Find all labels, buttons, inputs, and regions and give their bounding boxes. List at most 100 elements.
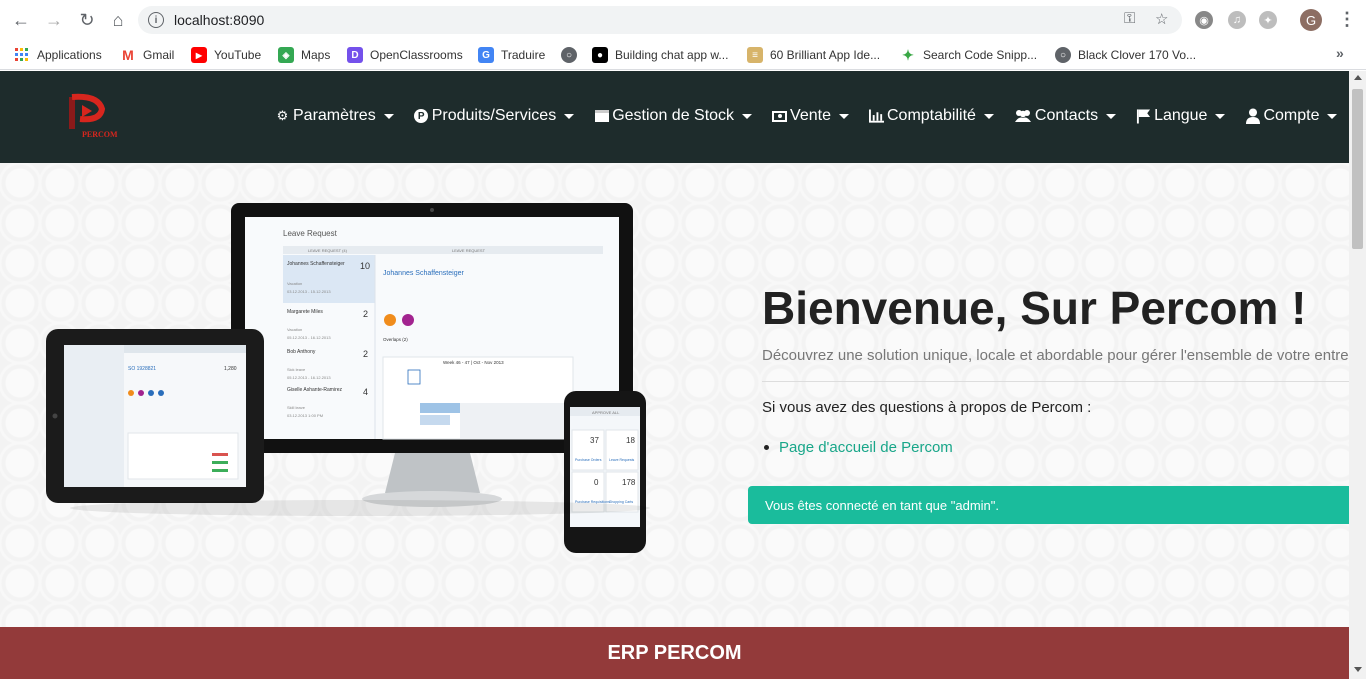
- chevron-down-icon: [383, 113, 394, 119]
- chevron-down-icon: [983, 113, 994, 119]
- translate-icon: G: [478, 47, 494, 63]
- menu-compte[interactable]: Compte: [1245, 107, 1338, 125]
- monitor-selected-name: Johannes Schaffensteiger: [383, 270, 464, 277]
- back-icon[interactable]: ←: [10, 9, 32, 31]
- monitor-week-label: Week 46 - 47 | Oct - Nov 2013: [443, 360, 504, 365]
- bookmark-search-code-snippets[interactable]: ✦ Search Code Snipp...: [900, 45, 1037, 65]
- info-icon[interactable]: i: [148, 12, 164, 28]
- footer-title: ERP PERCOM: [607, 641, 742, 664]
- bookmark-gmail[interactable]: M Gmail: [120, 45, 174, 65]
- scroll-down-icon[interactable]: [1354, 667, 1362, 672]
- bookmark-label: Building chat app w...: [615, 48, 729, 62]
- maps-icon: ◈: [278, 47, 294, 63]
- menu-kebab-icon[interactable]: ⋮: [1338, 9, 1356, 30]
- star-icon[interactable]: ☆: [1155, 10, 1168, 28]
- bookmark-label: Search Code Snipp...: [923, 48, 1038, 62]
- hero-question: Si vous avez des questions à propos de P…: [762, 399, 1092, 416]
- menu-label: Comptabilité: [886, 107, 976, 124]
- bookmark-maps[interactable]: ◈ Maps: [278, 45, 330, 65]
- product-icon: P: [414, 109, 429, 124]
- bookmarks-overflow-icon[interactable]: »: [1336, 45, 1344, 61]
- menu-produits-services[interactable]: P Produits/Services: [414, 107, 575, 125]
- page-viewport: PERCOM ⚙ Paramètres P Produits/Services …: [0, 71, 1349, 679]
- money-icon: [772, 109, 788, 124]
- globe-icon: ○: [561, 47, 577, 63]
- bookmark-globe[interactable]: ○: [561, 45, 584, 65]
- gmail-icon: M: [122, 47, 134, 63]
- login-alert-text: Vous êtes connecté en tant que "admin".: [765, 497, 999, 513]
- bookmark-black-clover[interactable]: ○ Black Clover 170 Vo...: [1055, 45, 1196, 65]
- svg-text:Vacation: Vacation: [287, 281, 302, 286]
- bookmark-label: Traduire: [501, 48, 546, 62]
- tablet-amount: 1,280: [224, 366, 237, 372]
- chevron-down-icon: [742, 113, 753, 119]
- music-icon[interactable]: ♫: [1228, 11, 1246, 29]
- devices-illustration: Leave Request LEAVE REQUEST (4) LEAVE RE…: [40, 203, 660, 563]
- phone-tile-1-value: 18: [626, 436, 635, 445]
- svg-text:03.12.2013 1:00 PM: 03.12.2013 1:00 PM: [287, 413, 323, 418]
- key-icon[interactable]: ⚿: [1124, 10, 1135, 27]
- menu-contacts[interactable]: Contacts: [1014, 107, 1117, 125]
- scroll-thumb[interactable]: [1352, 89, 1363, 249]
- vertical-scrollbar[interactable]: [1349, 71, 1366, 679]
- svg-text:Overlaps (2): Overlaps (2): [383, 337, 408, 342]
- users-icon: [1014, 109, 1032, 124]
- hero-divider: [762, 381, 1349, 382]
- menu-label: Langue: [1154, 107, 1208, 124]
- footer-banner: ERP PERCOM: [0, 627, 1349, 679]
- bookmark-building-chat-app[interactable]: ● Building chat app w...: [592, 45, 728, 65]
- monitor-person-1: Margarete Miles: [287, 309, 323, 315]
- main-menu: ⚙ Paramètres P Produits/Services Gestion…: [275, 107, 1349, 125]
- menu-parametres[interactable]: ⚙ Paramètres: [275, 107, 394, 125]
- menu-comptabilite[interactable]: Comptabilité: [868, 107, 994, 125]
- svg-text:03.12.2013 - 15.12.2013: 03.12.2013 - 15.12.2013: [287, 289, 331, 294]
- reload-icon[interactable]: ↻: [76, 9, 98, 31]
- svg-text:2: 2: [363, 349, 368, 359]
- extension-icon[interactable]: ✦: [1259, 11, 1277, 29]
- bookmark-label: YouTube: [214, 48, 262, 62]
- flag-icon: [1136, 109, 1151, 124]
- gear-icon: ⚙: [276, 108, 289, 123]
- percom-home-link[interactable]: Page d'accueil de Percom: [779, 439, 953, 456]
- code-icon: ✦: [902, 46, 914, 63]
- hero-title: Bienvenue, Sur Percom !: [762, 282, 1307, 334]
- bookmark-openclassrooms[interactable]: D OpenClassrooms: [347, 45, 463, 65]
- profile-avatar[interactable]: G: [1300, 9, 1322, 31]
- openclassrooms-icon: D: [347, 47, 363, 63]
- scroll-up-icon[interactable]: [1354, 75, 1362, 80]
- tablet-order-title: SO 1928821: [128, 366, 156, 372]
- top-navbar: PERCOM ⚙ Paramètres P Produits/Services …: [0, 71, 1349, 163]
- monitor-stand: [385, 453, 480, 493]
- menu-label: Paramètres: [293, 107, 376, 124]
- url-text[interactable]: localhost:8090: [174, 12, 264, 28]
- bullet: [764, 445, 769, 450]
- globe-icon: ○: [1055, 47, 1071, 63]
- menu-gestion-stock[interactable]: Gestion de Stock: [594, 107, 753, 125]
- monitor-list-header: LEAVE REQUEST (4): [308, 248, 348, 253]
- svg-text:Sick leave: Sick leave: [287, 367, 306, 372]
- login-alert: Vous êtes connecté en tant que "admin".: [748, 486, 1349, 524]
- home-icon[interactable]: ⌂: [107, 9, 129, 31]
- menu-vente[interactable]: Vente: [772, 107, 849, 125]
- bookmark-brilliant-app-ideas[interactable]: ≡ 60 Brilliant App Ide...: [747, 45, 880, 65]
- menu-label: Produits/Services: [431, 107, 557, 124]
- bookmark-label: Gmail: [143, 48, 175, 62]
- phone-tile-3-value: 178: [622, 478, 636, 487]
- camera-icon[interactable]: ◉: [1195, 11, 1213, 29]
- phone-tile-2-value: 0: [594, 478, 599, 487]
- svg-text:2: 2: [363, 309, 368, 319]
- bookmark-traduire[interactable]: G Traduire: [478, 45, 545, 65]
- bookmark-youtube[interactable]: ▶ YouTube: [191, 45, 261, 65]
- percom-logo[interactable]: PERCOM: [68, 91, 118, 139]
- hero-section: Leave Request LEAVE REQUEST (4) LEAVE RE…: [0, 163, 1349, 627]
- bookmark-applications[interactable]: Applications: [14, 45, 102, 65]
- bookmark-label: Black Clover 170 Vo...: [1078, 48, 1197, 62]
- chevron-down-icon: [1215, 113, 1226, 119]
- forward-icon[interactable]: →: [43, 9, 65, 31]
- menu-langue[interactable]: Langue: [1136, 107, 1226, 125]
- svg-text:Shopping Carts: Shopping Carts: [609, 500, 633, 504]
- bar-chart-icon: [868, 109, 884, 124]
- address-bar[interactable]: i localhost:8090: [138, 6, 1182, 34]
- chevron-down-icon: [1106, 113, 1117, 119]
- svg-text:Vacation: Vacation: [287, 327, 302, 332]
